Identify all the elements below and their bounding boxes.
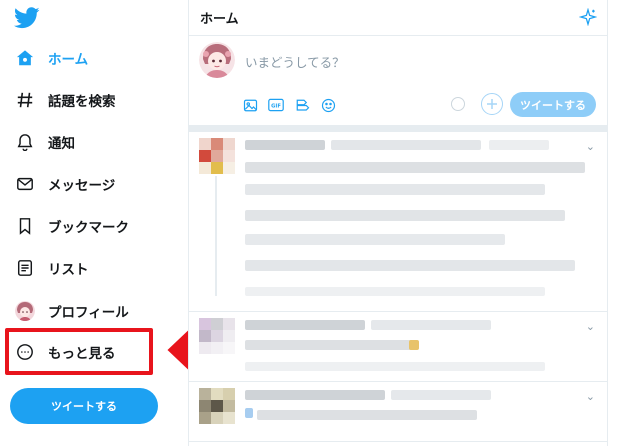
blurred-text <box>245 234 505 245</box>
sidebar-item-profile[interactable]: プロフィール <box>14 296 129 326</box>
blurred-text <box>245 162 585 173</box>
blurred-text <box>245 210 565 221</box>
sidebar-item-home[interactable]: ホーム <box>14 43 88 73</box>
blurred-text <box>245 260 575 271</box>
chevron-down-icon[interactable]: ⌄ <box>586 140 595 153</box>
avatar <box>199 42 235 78</box>
blurred-text <box>245 390 385 400</box>
sidebar-item-label: ホーム <box>48 52 89 68</box>
emoji-icon[interactable] <box>319 96 337 114</box>
bell-icon <box>14 131 36 153</box>
tweet-composer: いまどうしてる？ GIF ツイートする <box>189 36 607 126</box>
avatar <box>199 138 235 174</box>
composer-toolbar: GIF <box>241 94 337 116</box>
thread-line <box>215 176 217 296</box>
blurred-text <box>489 140 549 150</box>
sidebar-item-lists[interactable]: リスト <box>14 253 89 283</box>
compose-input[interactable]: いまどうしてる？ <box>245 52 345 71</box>
list-icon <box>14 257 36 279</box>
tweet-item[interactable]: ⌄ <box>189 132 607 312</box>
page-title: ホーム <box>200 12 239 27</box>
chevron-down-icon[interactable]: ⌄ <box>586 320 595 333</box>
blurred-text <box>245 320 365 330</box>
blurred-text <box>245 408 253 418</box>
main-timeline: ホーム いまどうしてる？ GIF ツイートする ⌄ ⌄ ⌄ <box>188 0 608 446</box>
timeline-header: ホーム <box>189 0 607 36</box>
avatar <box>199 388 235 424</box>
add-thread-button[interactable] <box>481 93 503 115</box>
sidebar-item-label: 通知 <box>48 136 75 152</box>
sidebar-item-label: ブックマーク <box>48 220 129 236</box>
sidebar-item-messages[interactable]: メッセージ <box>14 169 115 199</box>
tweet-actions <box>245 362 545 371</box>
tweet-button[interactable]: ツイートする <box>10 388 158 424</box>
tweet-item[interactable]: ⌄ <box>189 382 607 442</box>
plus-icon <box>487 99 497 109</box>
sidebar-item-notifications[interactable]: 通知 <box>14 127 75 157</box>
sidebar-item-label: 話題を検索 <box>48 94 116 110</box>
sidebar-item-label: リスト <box>48 262 89 278</box>
character-counter <box>451 97 465 111</box>
blurred-text <box>245 340 415 350</box>
blurred-text <box>371 320 491 330</box>
envelope-icon <box>14 173 36 195</box>
home-icon <box>14 47 36 69</box>
tweet-actions <box>245 287 545 296</box>
sidebar-item-label: プロフィール <box>48 305 129 321</box>
blurred-text <box>257 410 477 420</box>
sparkle-icon[interactable] <box>579 8 597 26</box>
gif-icon[interactable]: GIF <box>267 96 285 114</box>
sidebar: ホーム 話題を検索 通知 メッセージ ブックマーク リスト プロフィール もっと… <box>0 0 188 446</box>
chevron-down-icon[interactable]: ⌄ <box>586 390 595 403</box>
blurred-text <box>391 390 491 400</box>
svg-text:GIF: GIF <box>271 103 281 109</box>
blurred-text <box>409 340 419 350</box>
sidebar-item-label: メッセージ <box>48 178 116 194</box>
sidebar-item-bookmarks[interactable]: ブックマーク <box>14 211 129 241</box>
bookmark-icon <box>14 215 36 237</box>
highlight-box <box>5 328 153 375</box>
blurred-text <box>245 184 545 195</box>
sidebar-item-explore[interactable]: 話題を検索 <box>14 85 116 115</box>
blurred-text <box>331 140 481 150</box>
hashtag-icon <box>14 89 36 111</box>
avatar <box>199 318 235 354</box>
image-icon[interactable] <box>241 96 259 114</box>
twitter-logo-icon[interactable] <box>14 7 40 29</box>
blurred-text <box>245 140 325 150</box>
poll-icon[interactable] <box>293 96 311 114</box>
compose-tweet-button[interactable]: ツイートする <box>510 92 596 117</box>
tweet-item[interactable]: ⌄ <box>189 312 607 382</box>
avatar-icon <box>14 300 36 322</box>
